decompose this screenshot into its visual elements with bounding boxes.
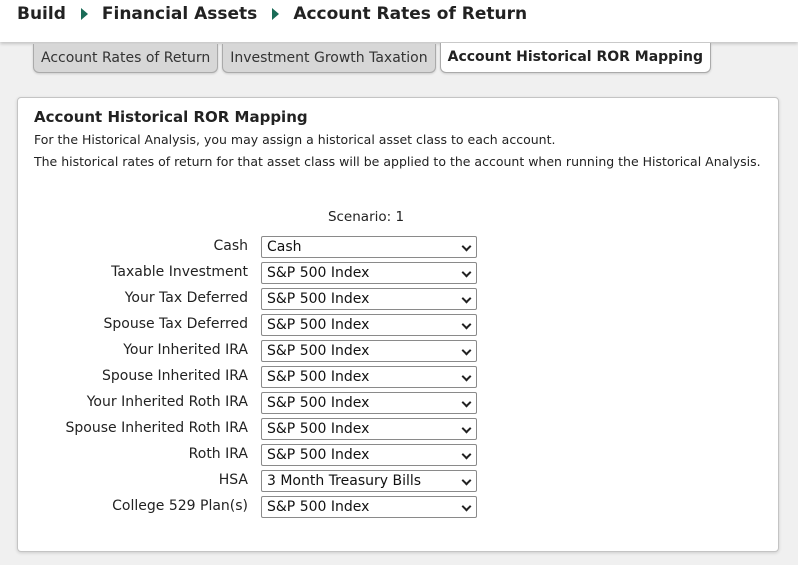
- chevron-down-icon: [461, 293, 472, 304]
- row-label: Your Inherited IRA: [123, 342, 248, 358]
- asset-class-select-spouse-tax-deferred[interactable]: S&P 500 Index: [261, 314, 477, 336]
- row-label: Roth IRA: [188, 446, 248, 462]
- chevron-down-icon: [461, 501, 472, 512]
- asset-class-select-spouse-inherited-ira[interactable]: S&P 500 Index: [261, 366, 477, 388]
- mapping-row-your-tax-deferred: Your Tax Deferred S&P 500 Index: [18, 287, 780, 313]
- row-label: Spouse Tax Deferred: [103, 316, 248, 332]
- mapping-row-your-inherited-ira: Your Inherited IRA S&P 500 Index: [18, 339, 780, 365]
- select-value: S&P 500 Index: [267, 343, 370, 359]
- tab-account-rates-of-return[interactable]: Account Rates of Return: [33, 44, 219, 73]
- row-label: Cash: [213, 238, 248, 254]
- select-value: S&P 500 Index: [267, 395, 370, 411]
- mapping-row-spouse-tax-deferred: Spouse Tax Deferred S&P 500 Index: [18, 313, 780, 339]
- panel-title: Account Historical ROR Mapping: [34, 108, 308, 126]
- chevron-down-icon: [461, 319, 472, 330]
- scenario-header: Scenario: 1: [327, 209, 405, 225]
- select-value: S&P 500 Index: [267, 447, 370, 463]
- row-label: HSA: [218, 472, 248, 488]
- chevron-down-icon: [461, 423, 472, 434]
- mapping-row-roth-ira: Roth IRA S&P 500 Index: [18, 443, 780, 469]
- panel-description-1: For the Historical Analysis, you may ass…: [34, 132, 556, 147]
- mapping-row-spouse-inherited-roth-ira: Spouse Inherited Roth IRA S&P 500 Index: [18, 417, 780, 443]
- asset-class-select-taxable-investment[interactable]: S&P 500 Index: [261, 262, 477, 284]
- mapping-row-taxable-investment: Taxable Investment S&P 500 Index: [18, 261, 780, 287]
- tab-account-historical-ror-mapping[interactable]: Account Historical ROR Mapping: [439, 43, 711, 73]
- mapping-rows: Cash Cash Taxable Investment S&P 500 Ind…: [18, 235, 780, 521]
- chevron-down-icon: [461, 241, 472, 252]
- breadcrumb: Build Financial Assets Account Rates of …: [17, 4, 527, 24]
- breadcrumb-arrow-icon: [272, 8, 280, 20]
- asset-class-select-cash[interactable]: Cash: [261, 236, 477, 258]
- select-value: S&P 500 Index: [267, 369, 370, 385]
- asset-class-select-college-529[interactable]: S&P 500 Index: [261, 496, 477, 518]
- asset-class-select-your-inherited-ira[interactable]: S&P 500 Index: [261, 340, 477, 362]
- top-bar: Build Financial Assets Account Rates of …: [0, 0, 798, 42]
- chevron-down-icon: [461, 267, 472, 278]
- select-value: 3 Month Treasury Bills: [267, 473, 422, 489]
- breadcrumb-build[interactable]: Build: [17, 4, 66, 24]
- row-label: Your Inherited Roth IRA: [86, 394, 248, 410]
- mapping-row-cash: Cash Cash: [18, 235, 780, 261]
- select-value: S&P 500 Index: [267, 317, 370, 333]
- select-value: S&P 500 Index: [267, 265, 370, 281]
- row-label: Taxable Investment: [111, 264, 248, 280]
- tab-investment-growth-taxation[interactable]: Investment Growth Taxation: [222, 44, 436, 73]
- mapping-row-spouse-inherited-ira: Spouse Inherited IRA S&P 500 Index: [18, 365, 780, 391]
- tab-bar: Account Rates of Return Investment Growt…: [33, 43, 715, 73]
- select-value: S&P 500 Index: [267, 499, 370, 515]
- row-label: Spouse Inherited Roth IRA: [65, 420, 249, 436]
- row-label: Your Tax Deferred: [124, 290, 248, 306]
- mapping-row-college-529: College 529 Plan(s) S&P 500 Index: [18, 495, 780, 521]
- asset-class-select-hsa[interactable]: 3 Month Treasury Bills: [261, 470, 477, 492]
- row-label: College 529 Plan(s): [112, 498, 248, 514]
- chevron-down-icon: [461, 345, 472, 356]
- mapping-row-your-inherited-roth-ira: Your Inherited Roth IRA S&P 500 Index: [18, 391, 780, 417]
- breadcrumb-account-rates: Account Rates of Return: [293, 4, 528, 24]
- chevron-down-icon: [461, 449, 472, 460]
- asset-class-select-your-inherited-roth-ira[interactable]: S&P 500 Index: [261, 392, 477, 414]
- mapping-row-hsa: HSA 3 Month Treasury Bills: [18, 469, 780, 495]
- panel-description-2: The historical rates of return for that …: [34, 154, 761, 169]
- asset-class-select-your-tax-deferred[interactable]: S&P 500 Index: [261, 288, 477, 310]
- ror-mapping-panel: Account Historical ROR Mapping For the H…: [17, 97, 779, 552]
- chevron-down-icon: [461, 475, 472, 486]
- asset-class-select-roth-ira[interactable]: S&P 500 Index: [261, 444, 477, 466]
- chevron-down-icon: [461, 371, 472, 382]
- select-value: Cash: [267, 239, 302, 255]
- breadcrumb-financial-assets[interactable]: Financial Assets: [102, 4, 257, 24]
- row-label: Spouse Inherited IRA: [101, 368, 248, 384]
- chevron-down-icon: [461, 397, 472, 408]
- select-value: S&P 500 Index: [267, 291, 370, 307]
- asset-class-select-spouse-inherited-roth-ira[interactable]: S&P 500 Index: [261, 418, 477, 440]
- breadcrumb-arrow-icon: [80, 8, 88, 20]
- select-value: S&P 500 Index: [267, 421, 370, 437]
